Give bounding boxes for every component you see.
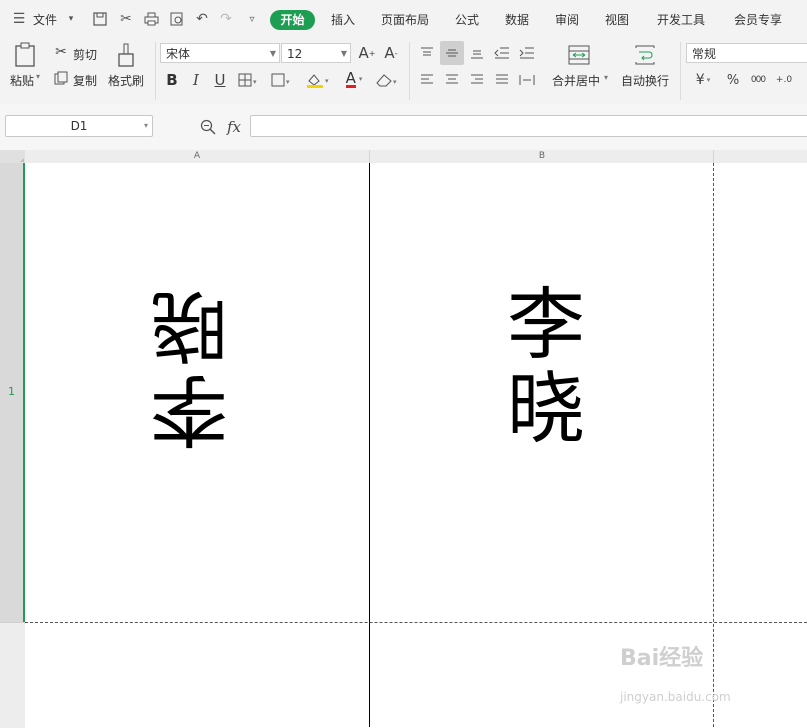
svg-text:▾: ▾ <box>393 78 397 86</box>
align-bottom-icon[interactable] <box>467 43 487 63</box>
chevron-down-icon: ▼ <box>340 49 347 58</box>
font-color-glyph: A <box>345 68 356 88</box>
wrap-text-icon[interactable] <box>632 43 658 67</box>
decrease-indent-icon[interactable] <box>492 43 512 63</box>
currency-glyph: ¥ <box>695 72 705 88</box>
undo-icon[interactable]: ↶ <box>193 10 211 28</box>
ribbon-separator <box>409 42 410 100</box>
number-format-select[interactable]: 常规 <box>686 43 807 63</box>
ribbon-separator <box>680 42 681 100</box>
format-painter-icon[interactable] <box>114 42 138 68</box>
hamburger-menu-icon[interactable]: ☰ <box>10 10 28 28</box>
border-icon[interactable]: ▾ <box>237 71 261 89</box>
watermark-url: jingyan.baidu.com <box>620 690 731 704</box>
distributed-align-icon[interactable] <box>517 70 537 90</box>
increase-indent-icon[interactable] <box>517 43 537 63</box>
cell-a1[interactable]: 李晓 <box>25 163 369 622</box>
column-header-c[interactable] <box>713 150 807 163</box>
cut-icon[interactable]: ✂ <box>52 44 70 60</box>
eraser-icon[interactable]: ▾ <box>374 71 402 89</box>
tab-formulas[interactable]: 公式 <box>455 11 479 28</box>
cell-a1-text: 李晓 <box>151 283 241 451</box>
menu-bar: ☰ 文件 ▾ ✂ ↶ ↷ ▿ 开始 插入 页面布局 公式 数据 审阅 视图 开发… <box>0 0 807 38</box>
font-size-select[interactable]: 12 ▼ <box>281 43 351 63</box>
font-color-icon[interactable]: A ▾ <box>340 69 368 89</box>
tab-developer[interactable]: 开发工具 <box>657 11 705 28</box>
tab-page-layout[interactable]: 页面布局 <box>381 11 429 28</box>
number-format-value: 常规 <box>692 47 717 61</box>
cell-style-icon[interactable]: ▾ <box>270 71 294 89</box>
percent-icon[interactable]: % <box>723 70 743 90</box>
cell-reference: D1 <box>70 119 88 133</box>
print-preview-icon[interactable] <box>168 10 186 28</box>
cell-b1-text: 李晓 <box>494 283 584 451</box>
copy-label[interactable]: 复制 <box>73 72 97 89</box>
column-header-a[interactable]: A <box>25 150 369 163</box>
cell-b1[interactable]: 李晓 <box>370 163 713 622</box>
wrap-text-label[interactable]: 自动换行 <box>621 72 669 89</box>
tab-member[interactable]: 会员专享 <box>734 11 782 28</box>
tab-view[interactable]: 视图 <box>605 11 629 28</box>
merge-dropdown-icon[interactable]: ▾ <box>604 73 608 82</box>
merge-center-icon[interactable] <box>566 43 592 67</box>
chevron-down-icon[interactable]: ▾ <box>144 116 148 136</box>
column-headers: A B <box>0 150 807 164</box>
font-size-value: 12 <box>287 47 303 61</box>
align-center-icon[interactable] <box>442 70 462 90</box>
format-painter-label[interactable]: 格式刷 <box>108 72 144 89</box>
tab-review[interactable]: 审阅 <box>555 11 579 28</box>
svg-text:▾: ▾ <box>253 78 257 86</box>
copy-icon[interactable] <box>52 70 70 86</box>
row-number-1: 1 <box>8 385 15 398</box>
save-icon[interactable] <box>91 10 109 28</box>
align-left-icon[interactable] <box>417 70 437 90</box>
paste-icon[interactable] <box>12 42 38 68</box>
select-all-corner[interactable] <box>0 150 25 163</box>
row-header-1[interactable]: 1 <box>0 163 25 622</box>
cut-label[interactable]: 剪切 <box>73 46 97 63</box>
ribbon-separator <box>155 42 156 100</box>
paste-dropdown-icon[interactable]: ▾ <box>36 72 40 81</box>
align-right-icon[interactable] <box>467 70 487 90</box>
formula-input[interactable] <box>250 115 807 137</box>
chevron-down-icon: ▼ <box>269 49 276 58</box>
tab-data[interactable]: 数据 <box>505 11 529 28</box>
column-header-b[interactable]: B <box>369 150 714 163</box>
tab-start[interactable]: 开始 <box>270 10 315 30</box>
underline-icon[interactable]: U <box>212 71 228 89</box>
increase-font-icon[interactable]: A + <box>358 44 376 62</box>
font-name-value: 宋体 <box>166 47 191 61</box>
fx-icon[interactable]: fx <box>224 117 244 137</box>
file-menu[interactable]: 文件 <box>33 11 57 28</box>
align-middle-icon[interactable] <box>440 41 464 65</box>
row-header-2[interactable] <box>0 622 25 728</box>
increase-decimal-icon[interactable]: +.0 <box>773 70 795 90</box>
currency-icon[interactable]: ¥ ▾ <box>690 70 716 90</box>
decrease-font-icon[interactable]: A- <box>382 44 400 62</box>
align-top-icon[interactable] <box>417 43 437 63</box>
chevron-down-icon[interactable]: ▾ <box>62 10 80 28</box>
name-box[interactable]: D1 ▾ <box>5 115 153 137</box>
page-break-line <box>713 163 714 727</box>
svg-text:▾: ▾ <box>325 77 329 85</box>
redo-icon[interactable]: ↷ <box>217 10 235 28</box>
watermark-logo: Bai经验 <box>620 646 704 671</box>
fill-color-icon[interactable]: ▾ <box>305 71 333 89</box>
paste-label[interactable]: 粘贴 <box>10 72 34 89</box>
customize-qa-icon[interactable]: ▿ <box>243 10 261 28</box>
ribbon: 粘贴 ▾ ✂ 剪切 复制 格式刷 宋体 ▼ 12 ▼ A + A- B I U ▾… <box>0 38 807 104</box>
italic-icon[interactable]: I <box>188 71 204 89</box>
tab-insert[interactable]: 插入 <box>331 11 355 28</box>
svg-text:▾: ▾ <box>286 78 290 86</box>
format-painter-qa-icon[interactable]: ✂ <box>117 10 135 28</box>
page-break-line <box>25 622 807 623</box>
print-icon[interactable] <box>142 10 160 28</box>
justify-icon[interactable] <box>492 70 512 90</box>
font-name-select[interactable]: 宋体 ▼ <box>160 43 280 63</box>
bold-icon[interactable]: B <box>164 71 180 89</box>
merge-center-label[interactable]: 合并居中 <box>552 72 600 89</box>
zoom-search-icon[interactable] <box>199 118 217 136</box>
thousands-separator-icon[interactable]: 000 <box>747 70 769 90</box>
